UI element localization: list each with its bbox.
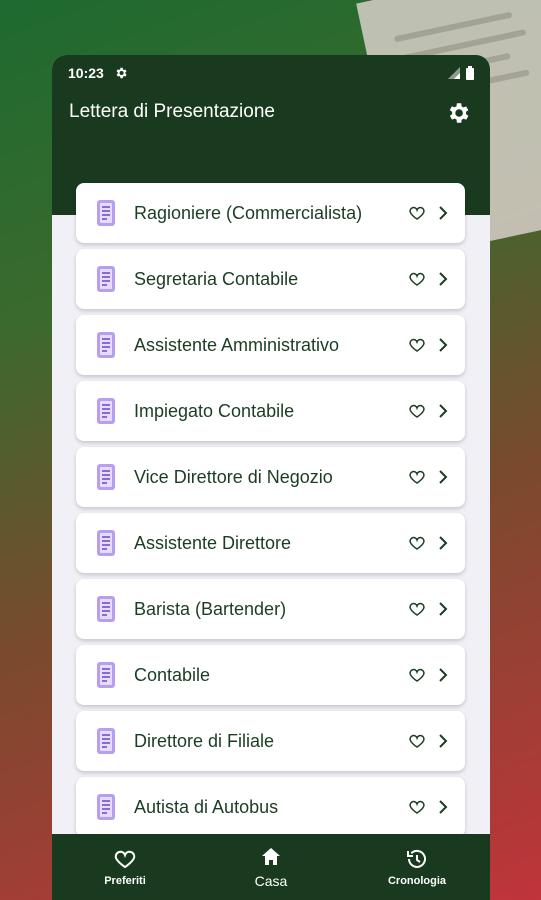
chevron-right-icon (433, 533, 453, 553)
document-icon (97, 398, 115, 424)
chevron-right-icon (433, 335, 453, 355)
document-icon (97, 464, 115, 490)
status-time: 10:23 (68, 65, 104, 81)
heart-icon (114, 850, 136, 869)
list-item[interactable]: Contabile (76, 645, 465, 705)
list-item[interactable]: Autista di Autobus (76, 777, 465, 837)
nav-cronologia-label: Cronologia (387, 875, 447, 887)
favorite-button[interactable] (407, 599, 427, 619)
heart-outline-icon (409, 734, 425, 748)
heart-outline-icon (409, 272, 425, 286)
document-icon (97, 662, 115, 688)
status-bar: 10:23 (68, 61, 474, 85)
list-item[interactable]: Segretaria Contabile (76, 249, 465, 309)
list-item-label: Barista (Bartender) (134, 598, 287, 619)
list-item-label: Autista di Autobus (134, 796, 279, 817)
document-icon (97, 332, 115, 358)
home-icon (262, 848, 280, 865)
nav-casa[interactable]: Casa (211, 845, 331, 889)
heart-outline-icon (409, 470, 425, 484)
gear-icon (449, 103, 469, 123)
document-icon (97, 596, 115, 622)
settings-button[interactable] (444, 99, 472, 127)
app-title: Lettera di Presentazione (69, 101, 275, 122)
heart-outline-icon (409, 206, 425, 220)
list-item-label: Ragioniere (Commercialista) (134, 202, 363, 223)
favorite-button[interactable] (407, 269, 427, 289)
document-icon (97, 530, 115, 556)
favorite-button[interactable] (407, 533, 427, 553)
list-item-label: Segretaria Contabile (134, 268, 299, 289)
chevron-right-icon (433, 731, 453, 751)
list-item[interactable]: Assistente Amministrativo (76, 315, 465, 375)
chevron-right-icon (433, 599, 453, 619)
favorite-button[interactable] (407, 203, 427, 223)
chevron-right-icon (433, 665, 453, 685)
nav-casa-label: Casa (254, 873, 288, 889)
document-icon (97, 794, 115, 820)
heart-outline-icon (409, 602, 425, 616)
heart-outline-icon (409, 338, 425, 352)
list-item[interactable]: Direttore di Filiale (76, 711, 465, 771)
signal-icon (448, 67, 460, 79)
heart-outline-icon (409, 800, 425, 814)
list-item-label: Direttore di Filiale (134, 730, 275, 751)
bottom-navigation: Preferiti Casa Cronologia (52, 834, 490, 900)
history-icon (407, 849, 426, 868)
list-item-label: Contabile (134, 664, 211, 685)
chevron-right-icon (433, 401, 453, 421)
list-item[interactable]: Vice Direttore di Negozio (76, 447, 465, 507)
nav-preferiti-label: Preferiti (104, 875, 146, 887)
nav-preferiti[interactable]: Preferiti (65, 847, 185, 887)
job-list: Ragioniere (Commercialista) Segretaria C… (76, 183, 465, 843)
list-item-label: Vice Direttore di Negozio (134, 466, 333, 487)
nav-cronologia[interactable]: Cronologia (357, 847, 477, 887)
favorite-button[interactable] (407, 467, 427, 487)
document-icon (97, 200, 115, 226)
list-item-label: Assistente Direttore (134, 532, 292, 553)
settings-status-icon (116, 67, 127, 79)
list-item[interactable]: Impiegato Contabile (76, 381, 465, 441)
favorite-button[interactable] (407, 401, 427, 421)
heart-outline-icon (409, 404, 425, 418)
list-item[interactable]: Barista (Bartender) (76, 579, 465, 639)
app-screen: 10:23 Lettera di Presentazione Ragionier… (52, 55, 490, 900)
list-item-label: Impiegato Contabile (134, 400, 295, 421)
chevron-right-icon (433, 467, 453, 487)
battery-icon (466, 66, 474, 80)
favorite-button[interactable] (407, 731, 427, 751)
chevron-right-icon (433, 203, 453, 223)
list-item[interactable]: Ragioniere (Commercialista) (76, 183, 465, 243)
favorite-button[interactable] (407, 335, 427, 355)
heart-outline-icon (409, 668, 425, 682)
list-item[interactable]: Assistente Direttore (76, 513, 465, 573)
favorite-button[interactable] (407, 797, 427, 817)
heart-outline-icon (409, 536, 425, 550)
chevron-right-icon (433, 269, 453, 289)
chevron-right-icon (433, 797, 453, 817)
favorite-button[interactable] (407, 665, 427, 685)
document-icon (97, 728, 115, 754)
document-icon (97, 266, 115, 292)
list-item-label: Assistente Amministrativo (134, 334, 340, 355)
